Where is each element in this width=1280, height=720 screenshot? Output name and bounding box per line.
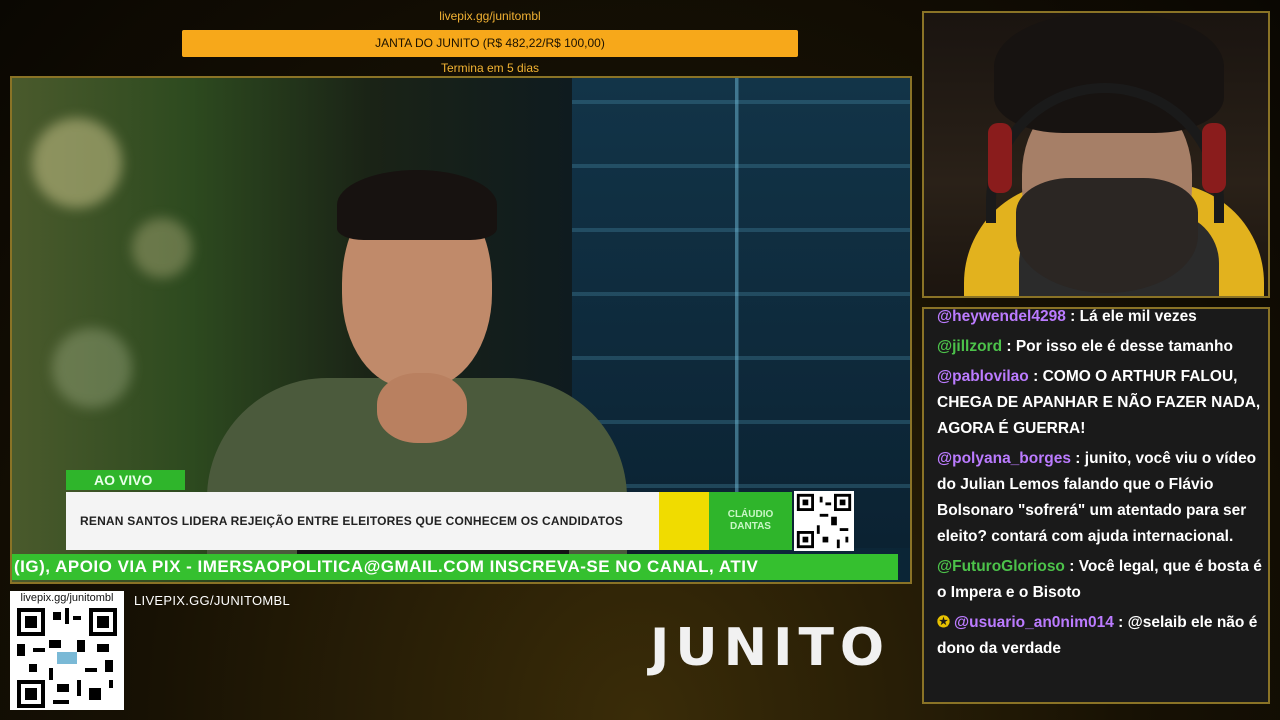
presenter-hair: [337, 170, 497, 240]
chat-separator: :: [1065, 308, 1080, 325]
broadcast-qr-code: [794, 491, 854, 551]
goal-deadline: Termina em 5 dias: [440, 61, 540, 75]
chat-panel[interactable]: @heywendel4298 : Lá ele mil vezes @jillzo…: [922, 307, 1270, 704]
chat-username[interactable]: @polyana_borges: [937, 450, 1071, 467]
chat-text: Lá ele mil vezes: [1079, 308, 1197, 325]
chat-message: @jillzord : Por isso ele é desse tamanho: [937, 334, 1265, 360]
chat-message: @pablovilao : COMO O ARTHUR FALOU, CHEGA…: [937, 364, 1265, 442]
channel-logo: JUNITO: [650, 618, 891, 678]
chat-username[interactable]: @FuturoGlorioso: [937, 558, 1065, 575]
live-badge: AO VIVO: [66, 470, 185, 490]
chat-message: @polyana_borges : junito, você viu o víd…: [937, 446, 1265, 550]
streamer-webcam: [922, 11, 1270, 298]
headline-text: RENAN SANTOS LIDERA REJEIÇÃO ENTRE ELEIT…: [80, 514, 623, 528]
chat-separator: :: [1002, 338, 1016, 355]
headset-ear-left: [988, 123, 1012, 193]
goal-label: JANTA DO JUNITO (R$ 482,22/R$ 100,00): [375, 36, 605, 50]
chat-username[interactable]: @heywendel4298: [937, 309, 1066, 325]
subscriber-badge-icon: ✪: [937, 614, 950, 631]
news-ticker: (IG), APOIO VIA PIX - IMERSAOPOLITICA@GM…: [12, 554, 898, 580]
chat-separator: :: [1070, 450, 1085, 467]
livepix-link[interactable]: LIVEPIX.GG/JUNITOMBL: [134, 593, 290, 608]
donation-goal-bar: JANTA DO JUNITO (R$ 482,22/R$ 100,00): [182, 30, 798, 57]
chat-message-list: @heywendel4298 : Lá ele mil vezes @jillzo…: [937, 308, 1265, 666]
qr-url: livepix.gg/junitombl: [20, 592, 114, 604]
main-video-player[interactable]: AO VIVO RENAN SANTOS LIDERA REJEIÇÃO ENT…: [10, 76, 912, 584]
chat-username[interactable]: @usuario_an0nim014: [954, 614, 1114, 631]
chat-message: @FuturoGlorioso : Você legal, que é bost…: [937, 554, 1265, 606]
headset-ear-right: [1202, 123, 1226, 193]
chat-separator: :: [1064, 558, 1079, 575]
chat-message: @heywendel4298 : Lá ele mil vezes: [937, 308, 1265, 330]
bokeh-light: [132, 218, 192, 278]
goal-url: livepix.gg/junitombl: [439, 9, 541, 23]
qr-code-icon: [17, 608, 117, 708]
anchor-name-logo: CLÁUDIO DANTAS: [709, 492, 792, 550]
chat-message: ✪ @usuario_an0nim014 : @selaib ele não é …: [937, 610, 1265, 662]
bokeh-light: [52, 328, 132, 408]
chat-text: Por isso ele é desse tamanho: [1015, 338, 1233, 355]
livepix-qr-box: livepix.gg/junitombl: [10, 591, 124, 710]
news-lower-third: RENAN SANTOS LIDERA REJEIÇÃO ENTRE ELEIT…: [66, 492, 659, 550]
qr-code-icon: [796, 493, 852, 549]
ticker-text: (IG), APOIO VIA PIX - IMERSAOPOLITICA@GM…: [14, 557, 759, 576]
chat-separator: :: [1113, 614, 1128, 631]
chat-username[interactable]: @jillzord: [937, 338, 1002, 355]
chat-username[interactable]: @pablovilao: [937, 368, 1029, 385]
lower-third-accent: [659, 492, 709, 550]
bokeh-light: [32, 118, 122, 208]
presenter-hand: [377, 373, 467, 443]
chat-separator: :: [1028, 368, 1043, 385]
